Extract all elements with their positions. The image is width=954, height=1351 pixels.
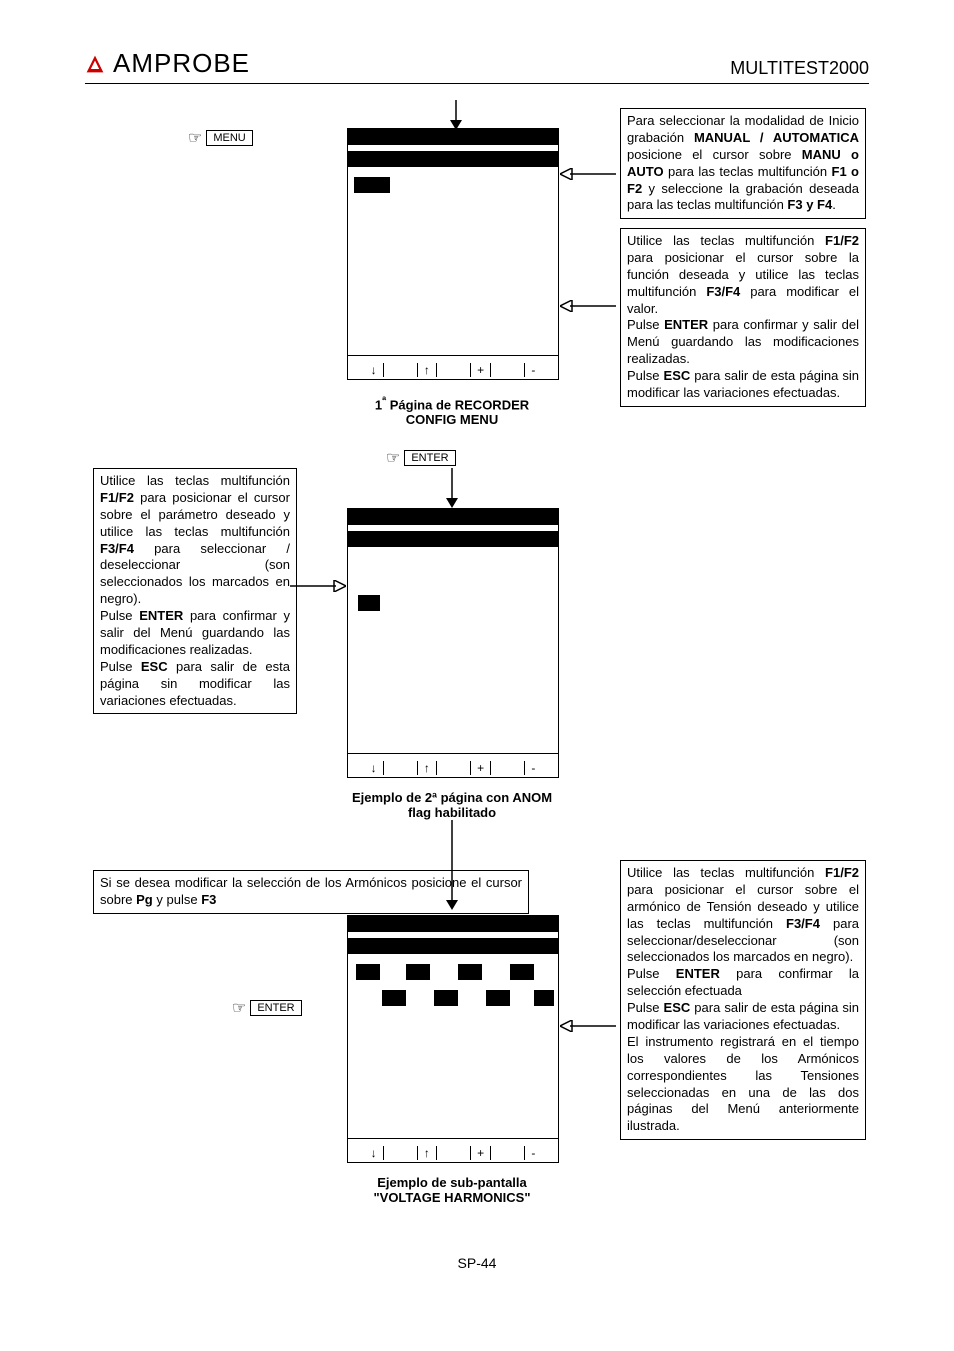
- caption-screen3: Ejemplo de sub-pantalla "VOLTAGE HARMONI…: [342, 1175, 562, 1205]
- note-bottom-right: Utilice las teclas multifunción F1/F2 pa…: [620, 860, 866, 1140]
- arrow-left-icon: [560, 1020, 616, 1032]
- note-top-right: Para seleccionar la modalidad de Inicio …: [620, 108, 866, 219]
- softkey-up: ↑: [417, 1146, 437, 1160]
- hand-icon: ☞: [386, 448, 400, 468]
- softkey-row: ↓ ↑ + -: [348, 761, 558, 775]
- note-left: Utilice las teclas multifunción F1/F2 pa…: [93, 468, 297, 714]
- softkey-down: ↓: [365, 363, 384, 377]
- softkey-plus: +: [470, 1146, 491, 1160]
- softkey-up: ↑: [417, 363, 437, 377]
- arrow-left-icon: [560, 168, 616, 180]
- softkey-down: ↓: [365, 1146, 384, 1160]
- model-name: MULTITEST2000: [730, 58, 869, 79]
- key-enter-2: ☞ ENTER: [232, 998, 302, 1018]
- arrow-down-icon: [450, 100, 462, 130]
- key-enter-1: ☞ ENTER: [386, 448, 456, 468]
- arrow-right-hollow-icon: [560, 300, 616, 312]
- brand-name: AMPROBE: [113, 48, 250, 79]
- softkey-plus: +: [470, 761, 491, 775]
- hand-icon: ☞: [232, 998, 246, 1018]
- caption-screen2: Ejemplo de 2ª página con ANOM flag habil…: [342, 790, 562, 820]
- softkey-up: ↑: [417, 761, 437, 775]
- page-header: AMPROBE MULTITEST2000: [85, 48, 869, 84]
- key-enter-label: ENTER: [404, 450, 455, 466]
- arrow-right-hollow-icon: [290, 580, 346, 592]
- amprobe-logo-icon: [85, 54, 105, 74]
- note-center: Si se desea modificar la selección de lo…: [93, 870, 529, 914]
- hand-icon: ☞: [188, 128, 202, 148]
- softkey-plus: +: [470, 363, 491, 377]
- arrow-down-icon: [446, 468, 458, 508]
- caption-screen1: 1ª Página de RECORDER CONFIG MENU: [342, 395, 562, 427]
- screen-anom-flag: ↓ ↑ + -: [347, 508, 559, 778]
- brand-logo: AMPROBE: [85, 48, 250, 79]
- softkey-down: ↓: [365, 761, 384, 775]
- note-mid-right: Utilice las teclas multifunción F1/F2 pa…: [620, 228, 866, 407]
- key-enter-label: ENTER: [250, 1000, 301, 1016]
- softkey-minus: -: [524, 1146, 541, 1160]
- key-menu: ☞ MENU: [188, 128, 253, 148]
- softkey-minus: -: [524, 761, 541, 775]
- softkey-row: ↓ ↑ + -: [348, 1146, 558, 1160]
- screen-recorder-config: ↓ ↑ + -: [347, 128, 559, 380]
- screen-voltage-harmonics: ↓ ↑ + -: [347, 915, 559, 1163]
- key-menu-label: MENU: [206, 130, 252, 146]
- softkey-minus: -: [524, 363, 541, 377]
- page-number: SP-44: [0, 1255, 954, 1271]
- softkey-row: ↓ ↑ + -: [348, 363, 558, 377]
